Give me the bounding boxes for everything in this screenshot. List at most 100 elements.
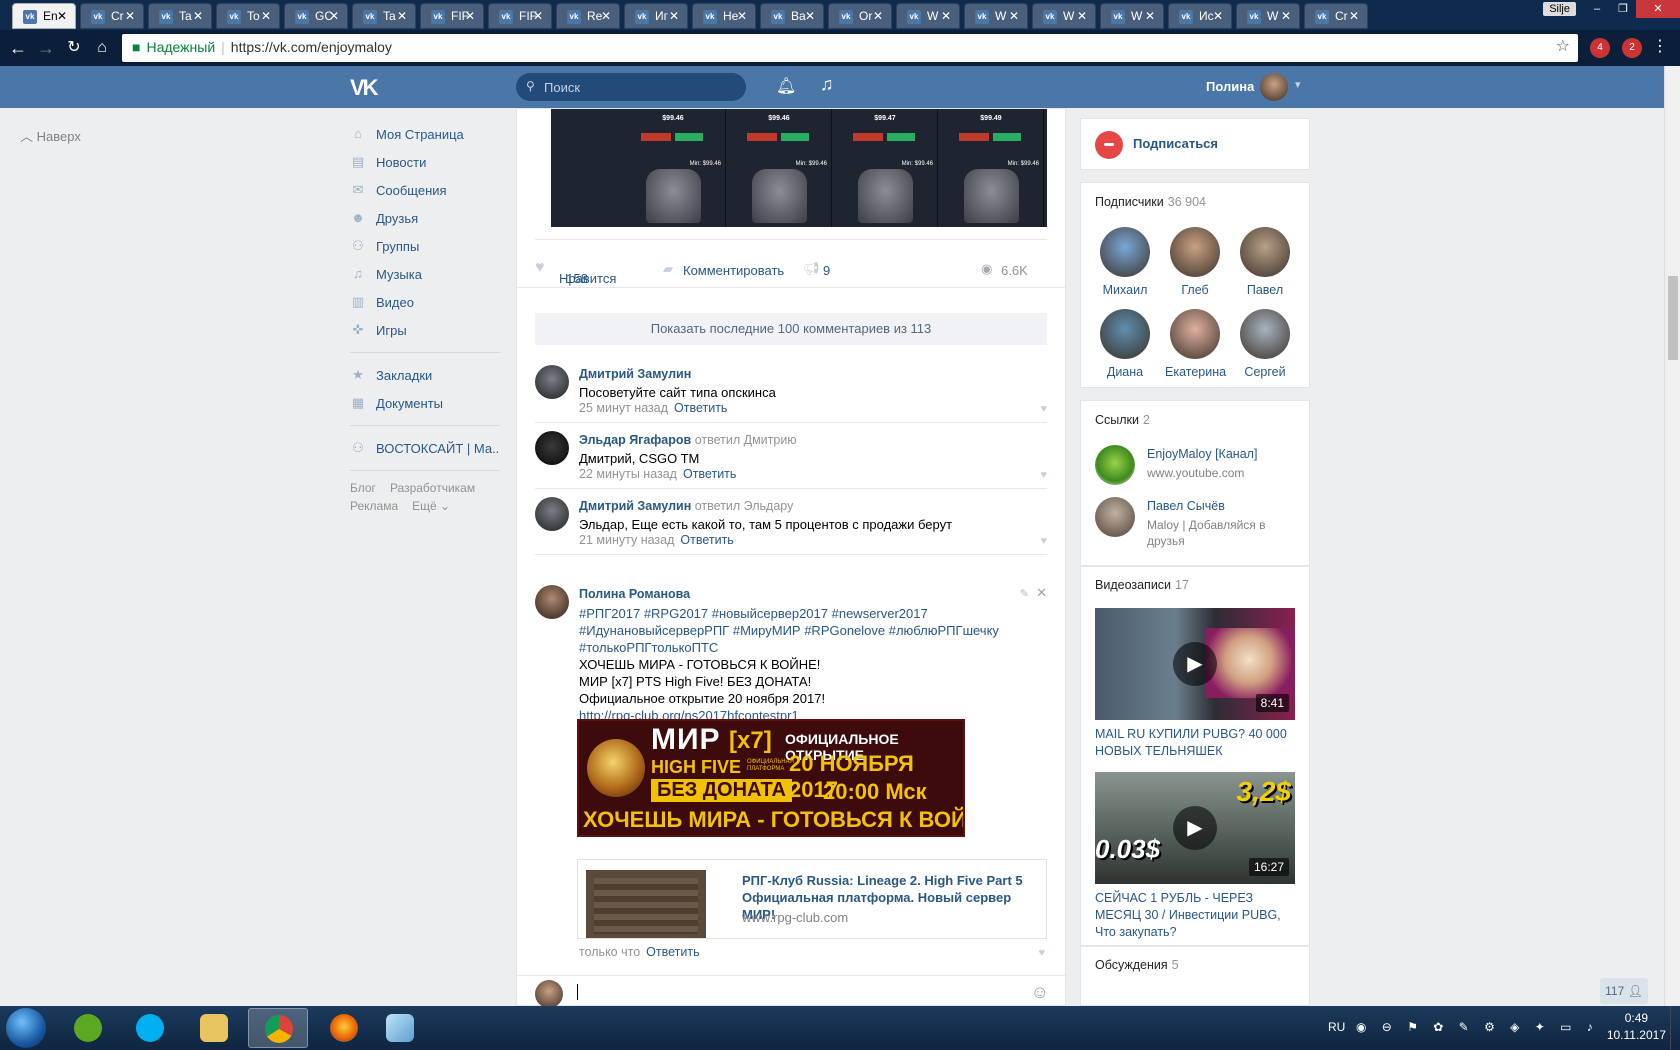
comment-author[interactable]: Эльдар Ягафаров bbox=[579, 433, 691, 447]
hashtags-line[interactable]: #толькоРПГтолькоПТС bbox=[579, 639, 999, 656]
promo-banner-image[interactable]: МИР [x7] HIGH FIVE ОФИЦИАЛЬНАЯ ПЛАТФОРМА… bbox=[577, 719, 965, 837]
avatar[interactable] bbox=[1100, 309, 1150, 359]
subscriber-item[interactable]: Михаил bbox=[1095, 227, 1155, 297]
chevron-down-icon[interactable]: ▾ bbox=[1295, 78, 1301, 91]
sidebar-item-news[interactable]: ▤ Новости bbox=[350, 148, 500, 176]
search-input[interactable]: ⚲ Поиск bbox=[516, 73, 746, 101]
minimize-button[interactable]: – bbox=[1584, 0, 1610, 18]
reload-icon[interactable]: ↻ bbox=[62, 36, 86, 60]
address-bar[interactable]: ■ Надежный | https://vk.com/enjoymaloy ☆ bbox=[122, 34, 1578, 62]
video-thumbnail[interactable]: 0.03$ 3,2$ ▶ 16:27 bbox=[1095, 772, 1295, 884]
maximize-button[interactable]: ❐ bbox=[1610, 0, 1636, 18]
tab-close-icon[interactable]: ✕ bbox=[1077, 9, 1087, 23]
browser-tab[interactable]: vk FIF ✕ bbox=[420, 3, 484, 29]
comment-like-icon[interactable]: ♥ bbox=[1038, 947, 1045, 959]
subscribe-button[interactable]: Подписаться bbox=[1133, 136, 1218, 151]
music-player-icon[interactable]: ♫ bbox=[820, 74, 834, 95]
comment-avatar[interactable] bbox=[535, 585, 569, 619]
subscriber-name[interactable]: Глеб bbox=[1165, 283, 1225, 297]
vk-logo[interactable]: VK bbox=[350, 75, 379, 101]
back-to-top-link[interactable]: ︿ Наверх bbox=[20, 126, 81, 145]
tab-close-icon[interactable]: ✕ bbox=[805, 9, 815, 23]
video-item[interactable]: ▶ 8:41 MAIL RU КУПИЛИ PUBG? 40 000 НОВЫХ… bbox=[1095, 608, 1295, 760]
subscriber-item[interactable]: Диана bbox=[1095, 309, 1155, 379]
browser-menu-icon[interactable]: ⋮ bbox=[1652, 36, 1668, 56]
avatar[interactable] bbox=[1240, 309, 1290, 359]
taskbar-app-notepad[interactable] bbox=[370, 1008, 430, 1048]
taskbar-app-skype[interactable] bbox=[120, 1008, 180, 1048]
tab-close-icon[interactable]: ✕ bbox=[397, 9, 407, 23]
link-title[interactable]: EnjoyMaloy [Канал] bbox=[1147, 447, 1257, 461]
taskbar-app-firefox[interactable] bbox=[314, 1008, 374, 1048]
links-header[interactable]: Ссылки 2 bbox=[1095, 413, 1150, 427]
sidebar-item-group[interactable]: ⚇ ВОСТОКСАЙТ | Ма.. bbox=[350, 434, 500, 462]
bookmark-star-icon[interactable]: ☆ bbox=[1556, 36, 1570, 56]
browser-tab[interactable]: vk FIF ✕ bbox=[488, 3, 552, 29]
subscriber-name[interactable]: Диана bbox=[1095, 365, 1155, 379]
footer-link-ads[interactable]: Реклама bbox=[350, 499, 398, 513]
comment-author[interactable]: Полина Романова bbox=[579, 587, 690, 601]
browser-tab[interactable]: vk W ✕ bbox=[964, 3, 1028, 29]
heart-icon[interactable]: ♥ bbox=[535, 259, 545, 277]
edit-pencil-icon[interactable]: ✎ bbox=[1020, 587, 1029, 600]
discussions-header[interactable]: Обсуждения 5 bbox=[1095, 958, 1179, 972]
browser-profile-chip[interactable]: Silje bbox=[1543, 2, 1576, 16]
browser-tab[interactable]: vk W ✕ bbox=[1100, 3, 1164, 29]
taskbar-app-utorrent[interactable] bbox=[58, 1008, 118, 1048]
footer-link-developers[interactable]: Разработчикам bbox=[390, 481, 475, 495]
page-scrollbar[interactable] bbox=[1664, 66, 1680, 1006]
avatar[interactable] bbox=[1240, 227, 1290, 277]
comment-like-icon[interactable]: ♥ bbox=[1040, 535, 1047, 547]
sidebar-item-document[interactable]: ▦ Документы bbox=[350, 389, 500, 417]
link-item[interactable]: EnjoyMaloy [Канал] www.youtube.com bbox=[1095, 445, 1305, 491]
extension-badge-2[interactable]: 2 bbox=[1622, 38, 1642, 58]
avatar[interactable] bbox=[1100, 227, 1150, 277]
extension-badge-1[interactable]: 4 bbox=[1590, 38, 1610, 58]
browser-tab[interactable]: vk Иг ✕ bbox=[624, 3, 688, 29]
comment-avatar[interactable] bbox=[535, 365, 569, 399]
browser-tab[interactable]: vk Ta ✕ bbox=[148, 3, 212, 29]
subscriber-item[interactable]: Глеб bbox=[1165, 227, 1225, 297]
tab-close-icon[interactable]: ✕ bbox=[873, 9, 883, 23]
forward-icon[interactable]: → bbox=[34, 36, 58, 60]
comment-button[interactable]: Комментировать bbox=[683, 263, 784, 278]
header-avatar[interactable] bbox=[1260, 73, 1288, 101]
browser-tab[interactable]: vk Ta ✕ bbox=[352, 3, 416, 29]
tab-close-icon[interactable]: ✕ bbox=[193, 9, 203, 23]
subscriber-name[interactable]: Павел bbox=[1235, 283, 1295, 297]
like-button[interactable]: Нравится 158 bbox=[559, 263, 616, 286]
reply-button[interactable]: Ответить bbox=[674, 401, 727, 415]
subscribers-header[interactable]: Подписчики 36 904 bbox=[1095, 195, 1206, 209]
tab-close-icon[interactable]: ✕ bbox=[533, 9, 543, 23]
close-window-button[interactable]: ✕ bbox=[1636, 0, 1680, 18]
browser-tab[interactable]: vk To ✕ bbox=[216, 3, 280, 29]
browser-tab[interactable]: vk Cr ✕ bbox=[80, 3, 144, 29]
browser-tab[interactable]: vk W ✕ bbox=[1236, 3, 1300, 29]
video-title[interactable]: СЕЙЧАС 1 РУБЛЬ - ЧЕРЕЗ МЕСЯЦ 30 / Инвест… bbox=[1095, 890, 1295, 941]
browser-tab[interactable]: vk En ✕ bbox=[12, 3, 76, 29]
url-text[interactable]: https://vk.com/enjoymaloy bbox=[231, 39, 392, 55]
taskbar-app-explorer[interactable] bbox=[184, 1008, 244, 1048]
link-snippet-card[interactable]: РПГ-Клуб Russia: Lineage 2. High Five Pa… bbox=[577, 859, 1047, 939]
tab-close-icon[interactable]: ✕ bbox=[329, 9, 339, 23]
browser-tab[interactable]: vk GC ✕ bbox=[284, 3, 348, 29]
language-indicator[interactable]: RU bbox=[1328, 1020, 1345, 1034]
comment-avatar[interactable] bbox=[535, 431, 569, 465]
tab-close-icon[interactable]: ✕ bbox=[601, 9, 611, 23]
browser-tab[interactable]: vk W ✕ bbox=[1032, 3, 1096, 29]
delete-icon[interactable]: ✕ bbox=[1036, 585, 1047, 601]
subscriber-name[interactable]: Сергей bbox=[1235, 365, 1295, 379]
subscriber-item[interactable]: Сергей bbox=[1235, 309, 1295, 379]
browser-tab[interactable]: vk W ✕ bbox=[896, 3, 960, 29]
sidebar-item-friends[interactable]: ☻ Друзья bbox=[350, 204, 500, 232]
reply-button[interactable]: Ответить bbox=[680, 533, 733, 547]
tab-close-icon[interactable]: ✕ bbox=[669, 9, 679, 23]
back-icon[interactable]: ← bbox=[6, 36, 30, 60]
subscriber-name[interactable]: Екатерина bbox=[1165, 365, 1226, 379]
online-friends-badge[interactable]: 117 👤︎ bbox=[1600, 978, 1648, 1004]
share-icon[interactable]: 📢︎ bbox=[803, 261, 820, 277]
post-image-shop-screenshot[interactable]: $99.46 Min: $99.46 $99.46 Min: $99.46 $99.47… bbox=[551, 109, 1047, 227]
footer-link-more[interactable]: Ещё ⌄ bbox=[412, 499, 450, 513]
subscriber-item[interactable]: Екатерина bbox=[1165, 309, 1226, 379]
browser-tab[interactable]: vk Re ✕ bbox=[556, 3, 620, 29]
